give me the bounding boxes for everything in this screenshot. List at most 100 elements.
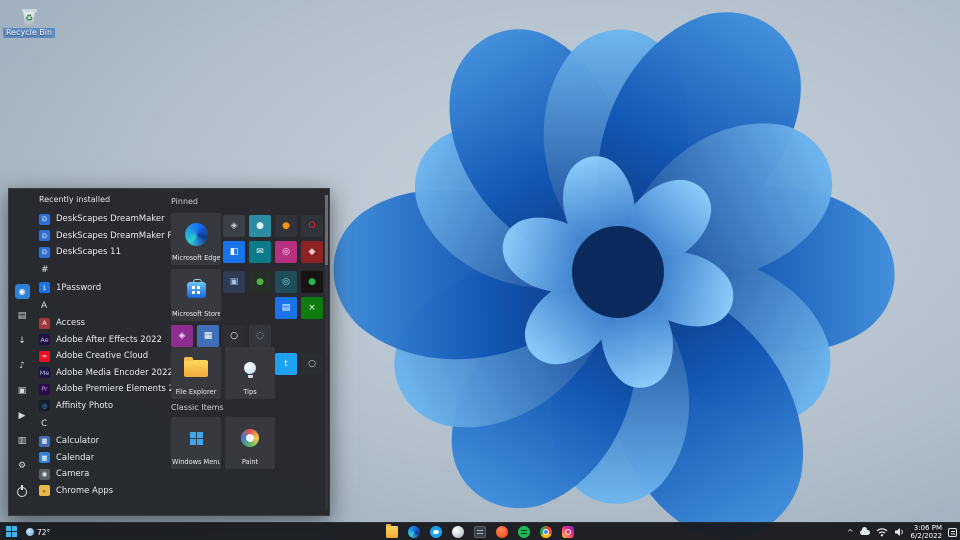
weather-widget[interactable]: 72° [26, 523, 50, 540]
start-app-item[interactable]: AeAdobe After Effects 2022 [37, 332, 171, 349]
start-app-item[interactable]: ▸Chrome Apps [37, 483, 171, 500]
paint-palette-icon [241, 429, 259, 447]
action-center-icon[interactable] [948, 528, 957, 537]
start-app-item[interactable]: DDeskScapes DreamMaker Pro [37, 228, 171, 245]
app-section-header[interactable]: C [37, 414, 171, 433]
volume-icon[interactable] [894, 527, 905, 537]
pinned-tile-17[interactable]: ○ [223, 325, 245, 347]
start-app-item[interactable]: ◉Camera [37, 466, 171, 483]
pictures-icon[interactable]: ▣ [15, 384, 30, 399]
downloads-icon[interactable]: ↓ [15, 334, 30, 349]
clock[interactable]: 3:06 PM 6/2/2022 [911, 524, 942, 540]
app-item-label: Calculator [56, 436, 99, 446]
pinned-tile-2[interactable]: ● [249, 215, 271, 237]
tray-chevron-up-icon[interactable]: ^ [847, 529, 854, 537]
pinned-tile-7[interactable]: ◎ [275, 241, 297, 263]
pinned-tile-microsoft-edge[interactable]: Microsoft Edge [171, 213, 221, 265]
pinned-tile-microsoft-store[interactable]: Microsoft Store [171, 269, 221, 321]
pinned-tile-6[interactable]: ✉ [249, 241, 271, 263]
app-item-label: DeskScapes DreamMaker Pro [56, 231, 171, 241]
pinned-column: Pinned Microsoft Edge Microsoft Store Fi… [171, 197, 329, 469]
pinned-tile-14[interactable]: × [301, 297, 323, 319]
tile-label: Microsoft Edge [172, 254, 220, 262]
start-app-item[interactable]: ▦Calculator [37, 433, 171, 450]
pinned-tile-15[interactable]: ◈ [171, 325, 193, 347]
power-icon[interactable] [15, 484, 30, 499]
app-icon: Pr [39, 384, 50, 395]
pinned-tile-8[interactable]: ◆ [301, 241, 323, 263]
start-app-item[interactable]: ◎Affinity Photo [37, 398, 171, 415]
classic-tile-paint[interactable]: Paint [225, 417, 275, 469]
notepad-icon[interactable] [474, 526, 486, 538]
edge-icon[interactable] [408, 526, 420, 538]
start-menu: ◉▤↓♪▣▶▥⚙ Recently installed DDeskScapes … [8, 188, 330, 516]
tile-label: Paint [226, 458, 274, 466]
recycle-bin-desktop-icon[interactable]: ♻ Recycle Bin [6, 8, 52, 38]
pinned-tile-16[interactable]: ▦ [197, 325, 219, 347]
pinned-tiles-grid: Microsoft Edge Microsoft Store File Expl… [171, 213, 329, 403]
pinned-tile-10[interactable]: ● [249, 271, 271, 293]
start-app-item[interactable]: 1 1Password [37, 280, 171, 297]
start-app-item[interactable]: MeAdobe Media Encoder 2022 [37, 365, 171, 382]
app-item-label: Calendar [56, 453, 94, 463]
recycle-bin-label: Recycle Bin [3, 28, 55, 38]
pinned-tile-4[interactable]: O [301, 215, 323, 237]
start-menu-scrollbar[interactable] [325, 195, 328, 509]
tile-label: Windows Menu [172, 458, 220, 466]
start-app-item[interactable]: ∞Adobe Creative Cloud [37, 348, 171, 365]
music-icon[interactable]: ♪ [15, 359, 30, 374]
pinned-tile-12[interactable]: ● [301, 271, 323, 293]
brave-icon[interactable] [496, 526, 508, 538]
app-icon: ▦ [39, 452, 50, 463]
weather-temp: 72° [37, 528, 50, 537]
videos-icon[interactable]: ▶ [15, 409, 30, 424]
chrome-icon[interactable] [540, 526, 552, 538]
app-item-label: 1Password [56, 283, 101, 293]
user-avatar-icon[interactable]: ◉ [15, 284, 30, 299]
classic-items-header: Classic Items [171, 403, 329, 415]
wifi-icon[interactable] [876, 527, 888, 537]
app-section-header[interactable]: A [37, 296, 171, 315]
start-app-item[interactable]: DDeskScapes 11 [37, 244, 171, 261]
pinned-tile-11[interactable]: ◎ [275, 271, 297, 293]
start-menu-rail: ◉ ▤ ↓ ♪ ▣ ▶ ▥ ⚙ [11, 284, 33, 499]
steam-icon[interactable] [452, 526, 464, 538]
tile-label: File Explorer [172, 388, 220, 396]
pinned-tile-18[interactable]: ◌ [249, 325, 271, 347]
pinned-tile-tips[interactable]: Tips [225, 347, 275, 399]
spotify-icon[interactable] [518, 526, 530, 538]
pinned-tile-3[interactable]: ● [275, 215, 297, 237]
pinned-tile-20[interactable]: ○ [301, 353, 323, 375]
onedrive-cloud-icon[interactable] [860, 530, 870, 535]
app-icon: 1 [39, 282, 50, 293]
pinned-tile-13[interactable]: ▤ [275, 297, 297, 319]
app-icon: D [39, 247, 50, 258]
start-button[interactable] [6, 526, 18, 538]
app-item-label: Adobe Premiere Elements 2022 [56, 384, 171, 394]
pinned-tile-file-explorer[interactable]: File Explorer [171, 347, 221, 399]
start-app-item[interactable]: ▦ Calendar [37, 450, 171, 467]
weather-icon [26, 528, 34, 536]
pinned-tile-9[interactable]: ▣ [223, 271, 245, 293]
classic-items-row: Windows Menu Paint [171, 417, 329, 469]
pinned-tile-twitter[interactable]: t [275, 353, 297, 375]
pinned-tile-1[interactable]: ◈ [223, 215, 245, 237]
file-explorer-icon[interactable] [386, 526, 398, 538]
start-app-item[interactable]: Pr Adobe Premiere Elements 2022 [37, 381, 171, 398]
app-item-label: DeskScapes DreamMaker [56, 214, 165, 224]
classic-tile-windows-menu[interactable]: Windows Menu [171, 417, 221, 469]
windows-flag-icon [190, 432, 203, 445]
start-app-item[interactable]: AAccess [37, 315, 171, 332]
start-app-item[interactable]: DDeskScapes DreamMaker [37, 211, 171, 228]
instagram-icon[interactable] [562, 526, 574, 538]
settings-icon[interactable]: ⚙ [15, 459, 30, 474]
pinned-tile-5[interactable]: ◧ [223, 241, 245, 263]
app-section-header[interactable]: # [37, 261, 171, 280]
twitter-icon[interactable] [430, 526, 442, 538]
edge-icon [185, 223, 208, 246]
folders-icon[interactable]: ▥ [15, 434, 30, 449]
system-tray: ^ 3:06 PM 6/2/2022 [847, 523, 957, 540]
app-icon: ▸ [39, 485, 50, 496]
app-icon: Ae [39, 334, 50, 345]
documents-icon[interactable]: ▤ [15, 309, 30, 324]
